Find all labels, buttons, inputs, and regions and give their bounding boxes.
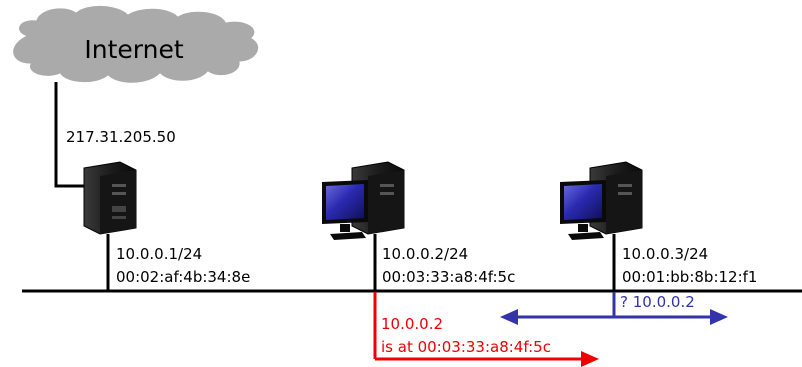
network-diagram: Internet 217.31.205.50 10.0.0.1/24 00:02… bbox=[0, 0, 802, 367]
host-a-ip: 10.0.0.2/24 bbox=[382, 245, 468, 263]
host-a-mac: 00:03:33:a8:4f:5c bbox=[382, 268, 515, 286]
arp-reply: 10.0.0.2 is at 00:03:33:a8:4f:5c bbox=[373, 292, 599, 367]
arp-request-text: ? 10.0.0.2 bbox=[620, 293, 695, 311]
arp-reply-line2: is at 00:03:33:a8:4f:5c bbox=[381, 338, 551, 356]
router-ip: 10.0.0.1/24 bbox=[116, 245, 202, 263]
arrow-right-icon bbox=[581, 351, 599, 367]
host-b-computer bbox=[560, 161, 643, 240]
router-public-ip: 217.31.205.50 bbox=[66, 128, 176, 146]
host-b-mac: 00:01:bb:8b:12:f1 bbox=[622, 268, 757, 286]
host-b-ip: 10.0.0.3/24 bbox=[622, 245, 708, 263]
internet-cloud: Internet bbox=[12, 5, 260, 84]
arp-request: ? 10.0.0.2 bbox=[500, 292, 728, 325]
router-mac: 00:02:af:4b:34:8e bbox=[116, 268, 250, 286]
internet-label: Internet bbox=[84, 35, 183, 64]
diagram-canvas: Internet 217.31.205.50 10.0.0.1/24 00:02… bbox=[12, 5, 802, 367]
arrow-left-icon bbox=[500, 309, 518, 325]
arrow-right-icon bbox=[710, 309, 728, 325]
arp-reply-line1: 10.0.0.2 bbox=[381, 315, 443, 333]
router-tower bbox=[83, 161, 137, 235]
host-a-computer bbox=[322, 161, 405, 240]
